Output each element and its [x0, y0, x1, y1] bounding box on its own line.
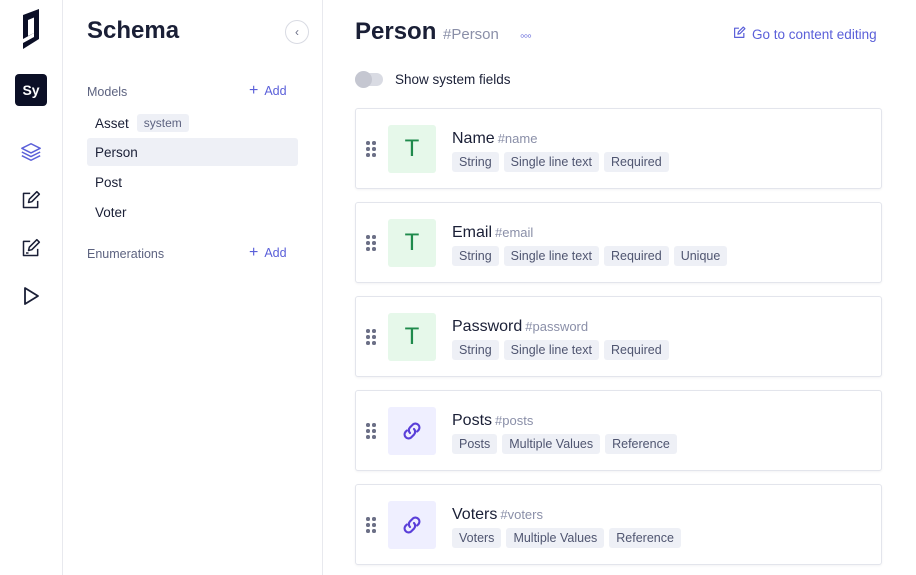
plus-icon: + — [249, 82, 259, 99]
link-chain-icon — [388, 501, 436, 549]
field-display-name: Voters — [452, 506, 498, 523]
edit-icon — [733, 26, 746, 42]
field-tags: String Single line text Required Unique — [452, 246, 728, 266]
add-enumeration-button[interactable]: + Add — [249, 244, 287, 261]
field-tag: Posts — [452, 434, 498, 454]
text-field-icon: T — [388, 125, 436, 173]
app-rail: Sy — [0, 0, 63, 575]
field-tag: Required — [603, 340, 669, 360]
field-name: Email #email — [452, 224, 533, 242]
sidebar-item-asset[interactable]: Asset system — [87, 109, 298, 137]
field-display-name: Email — [452, 224, 493, 241]
field-tag: Single line text — [503, 152, 599, 172]
schema-layers-icon[interactable] — [19, 140, 43, 164]
model-label: Asset — [95, 115, 129, 131]
page-title: Person — [355, 18, 437, 45]
field-api-id: #name — [497, 131, 538, 146]
system-badge: system — [136, 114, 189, 132]
link-chain-icon — [388, 407, 436, 455]
field-tag: Single line text — [503, 246, 599, 266]
enumerations-section-label: Enumerations — [87, 247, 165, 261]
field-tag: Unique — [673, 246, 728, 266]
sidebar-item-person[interactable]: Person — [87, 138, 298, 166]
drag-handle-icon[interactable] — [366, 517, 378, 535]
go-to-content-editing-link[interactable]: Go to content editing — [733, 26, 877, 42]
drag-handle-icon[interactable] — [366, 141, 378, 159]
content-edit-alt-icon[interactable] — [19, 236, 43, 260]
models-section-label: Models — [87, 85, 128, 99]
field-card-password[interactable]: T Password #password String Single line t… — [355, 296, 882, 377]
field-card-posts[interactable]: Posts #posts Posts Multiple Values Refere… — [355, 390, 882, 471]
field-name: Voters #voters — [452, 506, 543, 524]
schema-sidebar: Schema ‹ Models + Add Asset system Perso… — [63, 0, 323, 575]
model-api-id: #Person — [443, 26, 499, 43]
field-tag: String — [452, 340, 499, 360]
more-options-icon[interactable]: ◦◦◦ — [520, 28, 532, 43]
playground-play-icon[interactable] — [19, 284, 43, 308]
collapse-sidebar-button[interactable]: ‹ — [285, 20, 309, 44]
field-tag: Multiple Values — [506, 528, 605, 548]
field-tags: Posts Multiple Values Reference — [452, 434, 677, 454]
sidebar-title: Schema — [87, 17, 180, 44]
chevron-left-icon: ‹ — [295, 25, 299, 39]
plus-icon: + — [249, 244, 259, 261]
field-display-name: Password — [452, 318, 523, 335]
content-edit-icon[interactable] — [19, 188, 43, 212]
field-tags: String Single line text Required — [452, 340, 669, 360]
field-display-name: Name — [452, 130, 495, 147]
field-tag: String — [452, 246, 499, 266]
model-label: Person — [95, 144, 138, 160]
field-tag: Voters — [452, 528, 502, 548]
model-label: Post — [95, 174, 123, 190]
drag-handle-icon[interactable] — [366, 235, 378, 253]
text-field-icon: T — [388, 219, 436, 267]
field-tag: Multiple Values — [502, 434, 601, 454]
field-tags: Voters Multiple Values Reference — [452, 528, 681, 548]
drag-handle-icon[interactable] — [366, 423, 378, 441]
model-label: Voter — [95, 204, 127, 220]
text-field-icon: T — [388, 313, 436, 361]
show-system-fields-toggle[interactable] — [355, 71, 383, 88]
go-to-content-label: Go to content editing — [752, 26, 877, 42]
hygraph-logo-icon[interactable] — [19, 9, 43, 49]
model-editor: Person #Person ◦◦◦ Go to content editing… — [323, 0, 916, 575]
field-tag: String — [452, 152, 499, 172]
add-model-button[interactable]: + Add — [249, 82, 287, 99]
field-tag: Reference — [609, 528, 681, 548]
field-card-email[interactable]: T Email #email String Single line text Re… — [355, 202, 882, 283]
add-enumeration-label: Add — [264, 246, 287, 260]
field-name: Name #name — [452, 130, 537, 148]
add-model-label: Add — [264, 84, 287, 98]
field-tags: String Single line text Required — [452, 152, 669, 172]
field-tag: Required — [603, 152, 669, 172]
project-avatar[interactable]: Sy — [15, 74, 47, 106]
show-system-fields-label: Show system fields — [395, 72, 511, 87]
field-api-id: #posts — [495, 413, 534, 428]
field-name: Password #password — [452, 318, 588, 336]
field-api-id: #voters — [500, 507, 543, 522]
drag-handle-icon[interactable] — [366, 329, 378, 347]
toggle-knob — [355, 71, 372, 88]
field-name: Posts #posts — [452, 412, 533, 430]
sidebar-item-post[interactable]: Post — [87, 168, 298, 196]
field-card-voters[interactable]: Voters #voters Voters Multiple Values Ref… — [355, 484, 882, 565]
field-tag: Required — [603, 246, 669, 266]
field-tag: Single line text — [503, 340, 599, 360]
field-api-id: #password — [525, 319, 589, 334]
field-api-id: #email — [495, 225, 534, 240]
field-tag: Reference — [605, 434, 677, 454]
sidebar-item-voter[interactable]: Voter — [87, 198, 298, 226]
field-display-name: Posts — [452, 412, 493, 429]
field-card-name[interactable]: T Name #name String Single line text Requ… — [355, 108, 882, 189]
